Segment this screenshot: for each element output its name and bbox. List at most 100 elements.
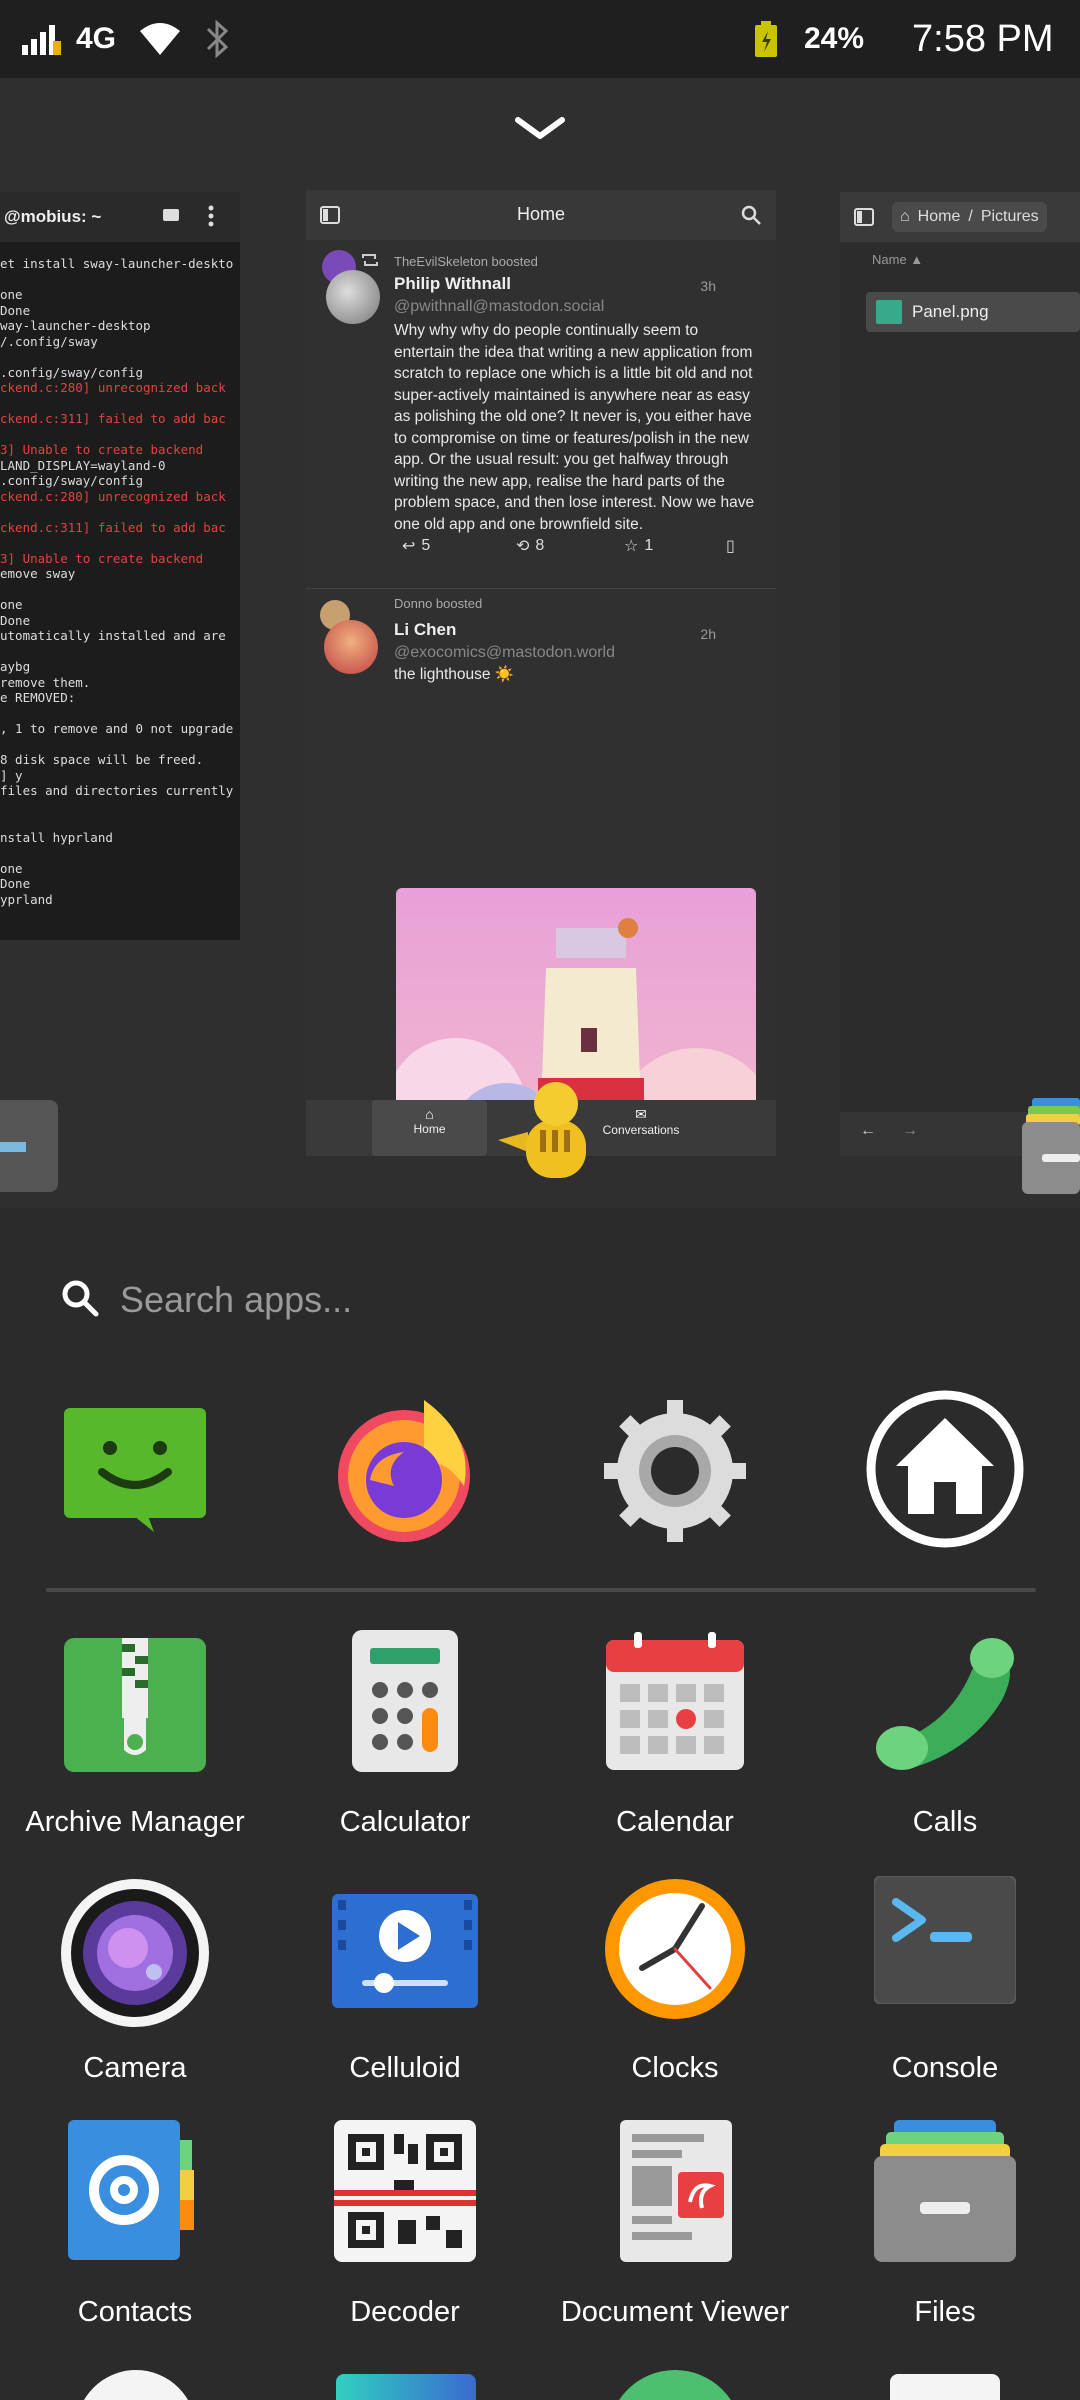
tooter-title: Home: [516, 204, 565, 224]
bluetooth-icon: [200, 0, 234, 78]
app-celluloid[interactable]: Celluloid: [270, 1876, 540, 2096]
app-partial-2[interactable]: [270, 2366, 540, 2400]
app-camera[interactable]: Camera: [0, 1876, 270, 2096]
favorite-firefox-app[interactable]: [334, 1396, 476, 1544]
file-name: Panel.png: [912, 302, 989, 321]
search-icon: [60, 1278, 100, 1323]
archive-icon: [64, 1638, 206, 1772]
post-philip-withnall[interactable]: TheEvilSkeleton boosted Philip Withnall …: [306, 240, 776, 570]
app-decoder[interactable]: Decoder: [270, 2120, 540, 2340]
app-clocks[interactable]: Clocks: [540, 1876, 810, 2096]
battery-icon: [752, 0, 780, 78]
post-text: the lighthouse ☀️: [394, 666, 515, 683]
terminal-line: 3] Unable to create backend: [0, 550, 204, 566]
terminal-line: Done: [0, 302, 31, 318]
app-console[interactable]: Console: [810, 1876, 1080, 2096]
breadcrumb-pictures[interactable]: Pictures: [981, 208, 1039, 226]
status-bar: 4G 24% 7:58 PM: [0, 0, 1080, 78]
app-label: Files: [914, 2296, 976, 2328]
terminal-line: aybg: [0, 659, 31, 674]
phone-icon: [876, 1638, 1014, 1770]
terminal-line: 8 disk space will be freed.: [0, 752, 204, 767]
boost-icon: [360, 252, 380, 273]
post-li-chen[interactable]: Donno boosted Li Chen 2h @exocomics@mast…: [306, 590, 776, 1156]
terminal-icon: [874, 1876, 1016, 2004]
favorites-divider: [46, 1588, 1036, 1592]
post-time: 3h: [700, 278, 716, 294]
app-archive-manager[interactable]: Archive Manager: [0, 1630, 270, 1850]
app-calls[interactable]: Calls: [810, 1630, 1080, 1850]
app-label: Contacts: [77, 2296, 193, 2328]
contacts-icon: [68, 2120, 194, 2260]
post-time: 2h: [700, 626, 716, 642]
camera-icon: [61, 1879, 209, 2027]
reply-button[interactable]: ↩ 5: [402, 536, 430, 556]
app-label: Console: [891, 2052, 999, 2084]
boosted-by: TheEvilSkeleton boosted: [394, 254, 538, 269]
favorite-home-app[interactable]: [864, 1388, 1026, 1550]
app-label: Archive Manager: [25, 1806, 245, 1838]
app-calendar[interactable]: Calendar: [540, 1630, 810, 1850]
favorite-chat-app[interactable]: [64, 1406, 206, 1534]
favourite-button[interactable]: ☆ 1: [624, 536, 653, 556]
app-label: Calls: [912, 1806, 978, 1838]
file-row-panel[interactable]: Panel.png: [866, 292, 1080, 332]
bookmark-button[interactable]: ▯: [726, 536, 735, 556]
breadcrumb-home[interactable]: Home: [918, 208, 961, 226]
app-partial-3[interactable]: [540, 2366, 810, 2400]
app-search-bar[interactable]: Search apps...: [60, 1265, 1020, 1335]
chat-icon: [64, 1408, 206, 1532]
nav-home-tab[interactable]: ⌂ Home: [372, 1100, 487, 1156]
forward-icon[interactable]: →: [902, 1122, 918, 1140]
back-icon[interactable]: ←: [860, 1122, 876, 1140]
terminal-line: et install sway-launcher-deskto: [0, 256, 234, 271]
app-partial-1[interactable]: [0, 2366, 270, 2400]
post-handle: @pwithnall@mastodon.social: [394, 298, 605, 315]
terminal-line: ] y: [0, 767, 23, 783]
files-window-preview[interactable]: ⌂ Home / Pictures Name ▲ Panel.png ← →: [840, 192, 1080, 1156]
left-window-app-icon: [0, 1100, 58, 1192]
search-input[interactable]: Search apps...: [120, 1279, 352, 1321]
terminal-line: e REMOVED:: [0, 690, 76, 705]
app-contacts[interactable]: Contacts: [0, 2120, 270, 2340]
terminal-line: LAND_DISPLAY=wayland-0: [0, 457, 166, 473]
terminal-line: emove sway: [0, 566, 76, 581]
terminal-window-preview[interactable]: @mobius: ~ et install sway-launcher-desk…: [0, 192, 240, 940]
terminal-line: 3] Unable to create backend: [0, 442, 204, 457]
tooter-window-preview[interactable]: Home TheEvilSkeleton boosted Philip With…: [306, 190, 776, 1156]
bookmark-icon: ▯: [726, 538, 735, 555]
app-document-viewer[interactable]: Document Viewer: [540, 2120, 810, 2340]
terminal-line: files and directories currently: [0, 783, 234, 798]
app-label: Celluloid: [349, 2052, 461, 2084]
app-files[interactable]: Files: [810, 2120, 1080, 2340]
battery-percent: 24%: [804, 22, 865, 55]
post-actions: ↩ 5 ⟲ 8 ☆ 1 ▯: [306, 536, 776, 566]
app-calculator[interactable]: Calculator: [270, 1630, 540, 1850]
home-icon: ⌂: [425, 1106, 434, 1122]
terminal-line: ckend.c:280] unrecognized back: [0, 488, 226, 504]
path-breadcrumb[interactable]: ⌂ Home / Pictures: [892, 202, 1047, 232]
app-label: Calculator: [339, 1806, 471, 1838]
app-partial-4[interactable]: [810, 2366, 1080, 2400]
app-icon-partial: [608, 2370, 742, 2400]
network-type: 4G: [76, 22, 117, 55]
terminal-output: et install sway-launcher-deskto one Done w…: [0, 242, 240, 907]
collapse-chevron-icon[interactable]: [510, 110, 570, 150]
calculator-icon: [352, 1630, 458, 1772]
home-icon: ⌂: [900, 208, 910, 225]
boost-button[interactable]: ⟲ 8: [516, 536, 544, 556]
terminal-line: one: [0, 860, 23, 876]
favorite-settings-app[interactable]: [604, 1400, 746, 1542]
column-header-name[interactable]: Name ▲: [872, 252, 923, 267]
tooter-headerbar: Home: [306, 190, 776, 240]
author-avatar: [326, 270, 380, 324]
boost-icon: ⟲: [516, 538, 530, 555]
